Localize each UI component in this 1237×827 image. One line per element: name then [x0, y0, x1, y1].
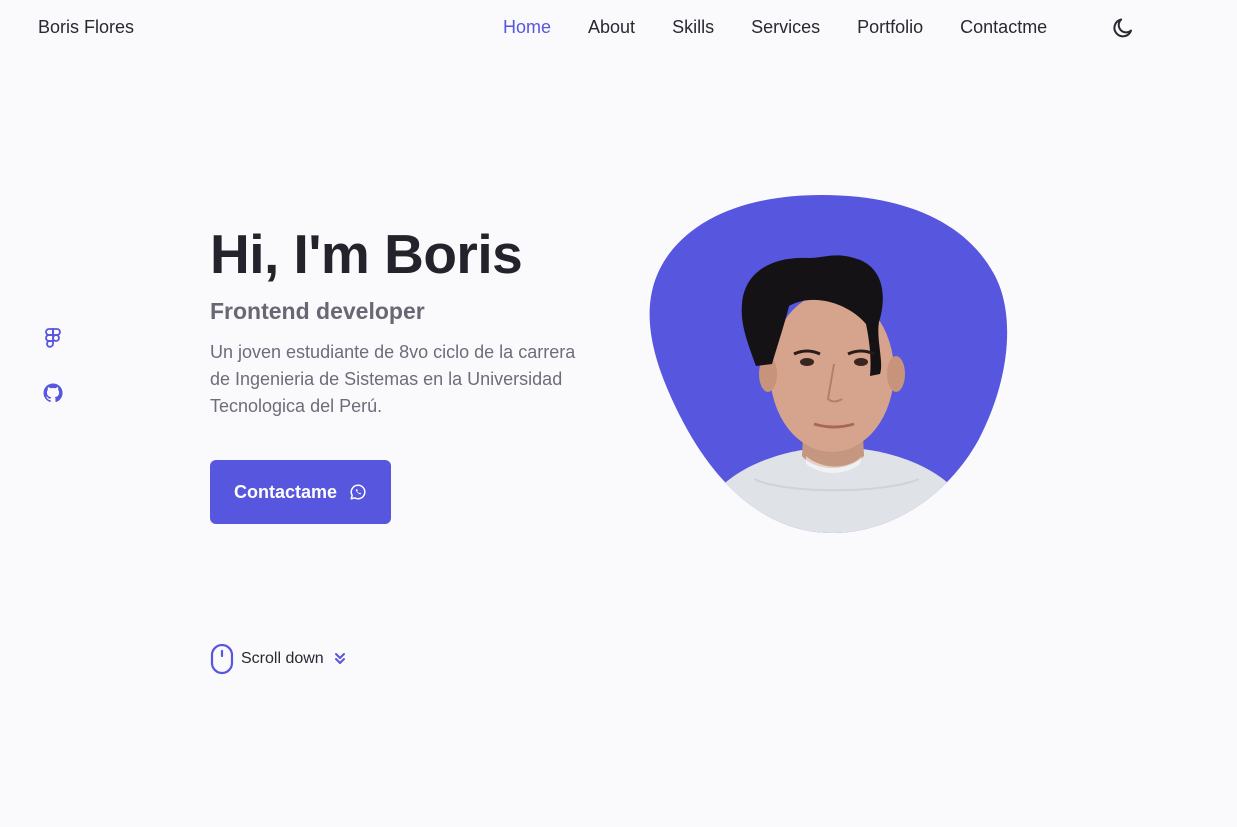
social-links	[40, 326, 66, 434]
nav-portfolio[interactable]: Portfolio	[857, 17, 923, 38]
contactame-button[interactable]: Contactame	[210, 460, 391, 524]
main-nav: Home About Skills Services Portfolio Con…	[503, 17, 1067, 38]
contactame-label: Contactame	[233, 481, 338, 502]
moon-icon[interactable]	[1111, 16, 1135, 40]
mouse-icon	[210, 643, 234, 675]
hero-text: Hi, I'm Boris Frontend developer Un jove…	[210, 222, 610, 420]
github-icon[interactable]	[40, 380, 66, 406]
nav-about[interactable]: About	[588, 17, 635, 38]
nav-skills[interactable]: Skills	[672, 17, 714, 38]
header: Boris Flores Home About Skills Services …	[0, 0, 1237, 56]
hero-title: Hi, I'm Boris	[210, 223, 523, 285]
nav-home[interactable]: Home	[503, 17, 551, 38]
nav-contactme[interactable]: Contactme	[960, 17, 1047, 38]
whatsapp-icon	[350, 484, 366, 500]
hero-description: Un joven estudiante de 8vo ciclo de la c…	[210, 342, 576, 416]
nav-services[interactable]: Services	[751, 17, 820, 38]
figma-icon[interactable]	[40, 326, 66, 352]
scroll-down-label: Scroll down	[241, 650, 324, 667]
profile-photo	[649, 195, 1008, 534]
logo[interactable]: Boris Flores	[38, 17, 134, 38]
hero-subtitle: Frontend developer	[210, 298, 425, 324]
double-chevron-down-icon	[334, 653, 345, 664]
scroll-down[interactable]: Scroll down	[210, 643, 346, 675]
profile-blob	[644, 194, 1008, 534]
